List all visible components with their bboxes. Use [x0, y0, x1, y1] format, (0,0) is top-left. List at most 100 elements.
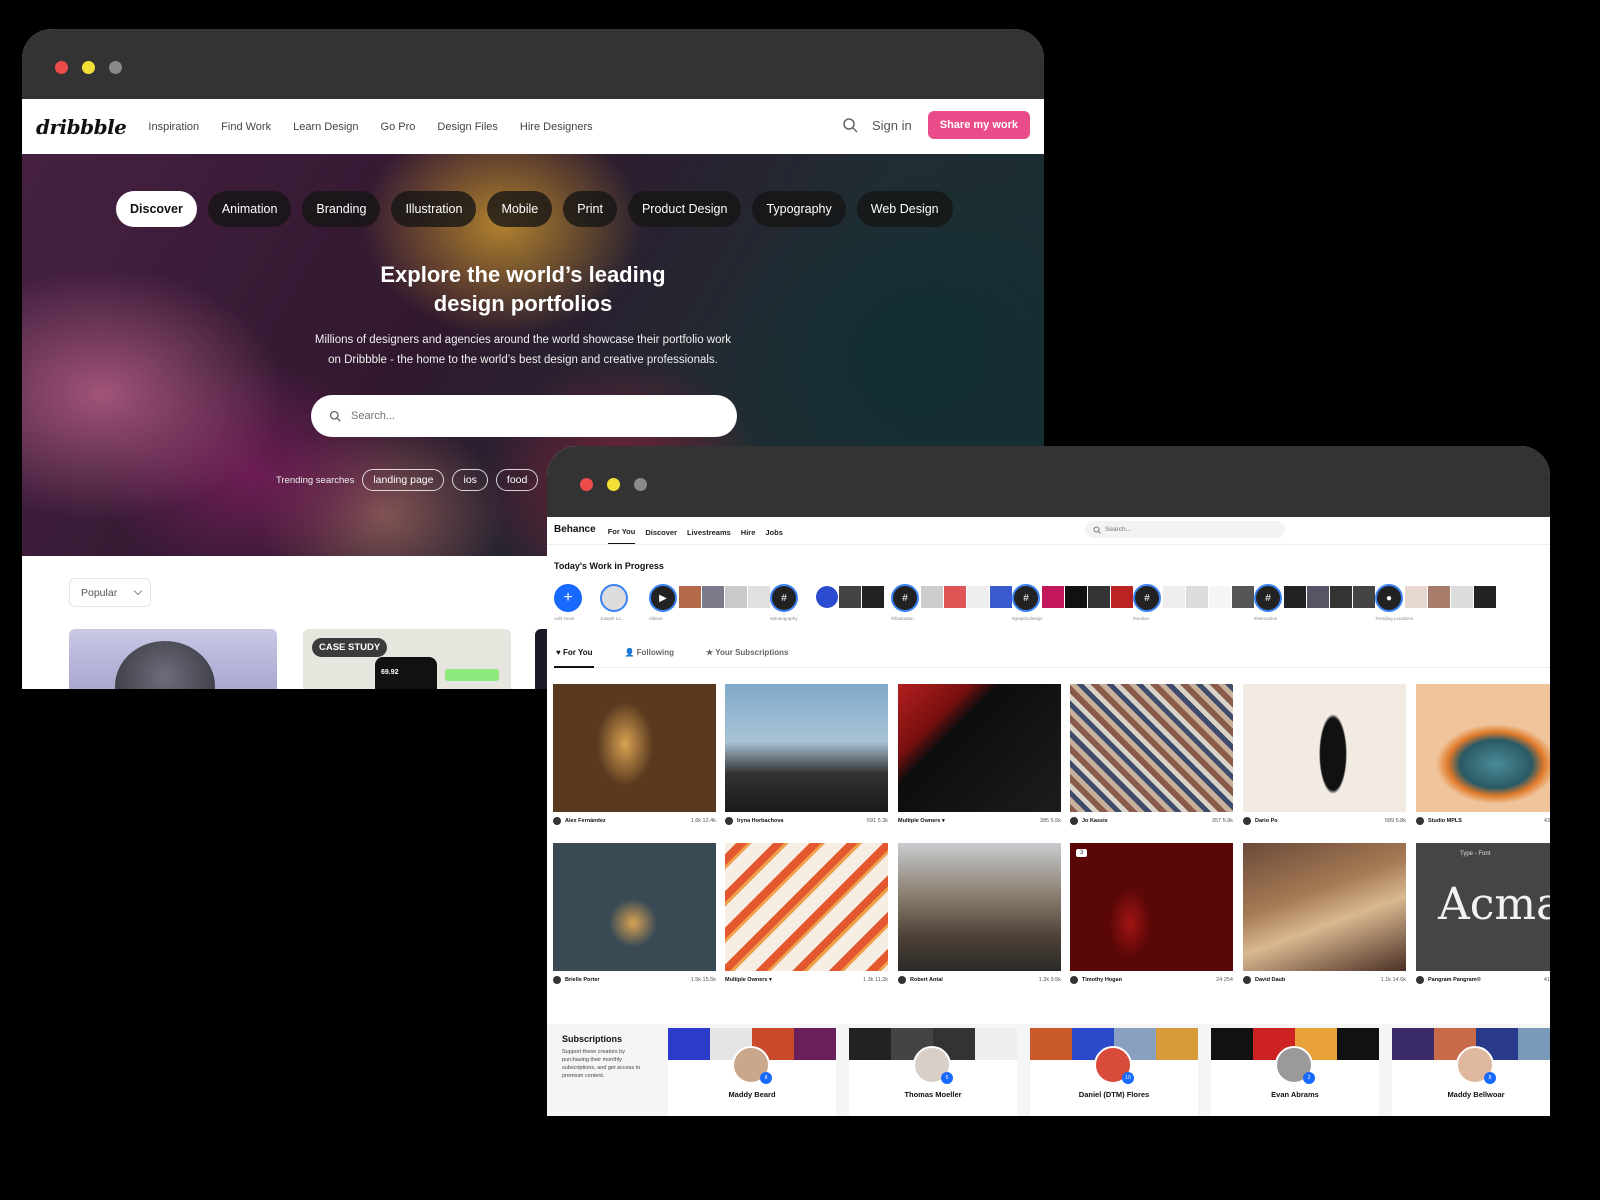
- shot-thumbnail[interactable]: [69, 629, 277, 689]
- nav-go-pro[interactable]: Go Pro: [381, 121, 416, 133]
- project-card[interactable]: Jo Kassis 357 5.9k: [1070, 684, 1233, 830]
- project-card[interactable]: Dario Po 589 5.8k: [1243, 684, 1406, 830]
- image-caption: Type - Font: [1460, 851, 1491, 857]
- behance-search-bar[interactable]: [1085, 521, 1285, 538]
- nav-find-work[interactable]: Find Work: [221, 121, 271, 133]
- category-illustration[interactable]: Illustration: [391, 191, 477, 227]
- nav-discover[interactable]: Discover: [645, 528, 677, 544]
- avatar: [1416, 976, 1424, 984]
- creator-card[interactable]: 2 Evan Abrams: [1211, 1028, 1379, 1116]
- project-image: Type - Font Acma: [1416, 843, 1550, 971]
- hero-search-bar[interactable]: [311, 395, 737, 437]
- dribbble-logo[interactable]: dribbble: [36, 115, 127, 139]
- nav-for-you[interactable]: For You: [607, 527, 636, 544]
- category-print[interactable]: Print: [563, 191, 617, 227]
- search-icon[interactable]: [842, 117, 858, 133]
- sort-select[interactable]: Popular: [69, 578, 151, 607]
- trending-tag[interactable]: landing page: [362, 469, 445, 491]
- hero-search-input[interactable]: [351, 410, 711, 422]
- project-card[interactable]: Multiple Owners ▾ 1.3k 11.2k: [725, 843, 888, 989]
- dribbble-navbar: dribbble Inspiration Find Work Learn Des…: [22, 99, 1044, 154]
- project-card[interactable]: David Daub 1.1k 14.6k: [1243, 843, 1406, 989]
- project-card[interactable]: Alex Fernández 1.6k 12.4k: [553, 684, 716, 830]
- wip-item[interactable]: # #illustration: [891, 582, 1012, 627]
- avatar: [898, 976, 906, 984]
- wip-item[interactable]: ▶ Videos: [649, 582, 770, 627]
- project-card[interactable]: 3 Timothy Hogan 24 254: [1070, 843, 1233, 989]
- wip-item[interactable]: # #photography: [770, 582, 884, 627]
- shot-thumbnail[interactable]: CASE STUDY 69.92: [303, 629, 511, 689]
- wip-thumbnails: [816, 586, 885, 608]
- category-web-design[interactable]: Web Design: [856, 191, 953, 227]
- shot-image-text: 69.92: [381, 669, 399, 676]
- owner-name: Iryna Horbachova: [737, 818, 784, 824]
- project-card[interactable]: Iryna Horbachova 591 5.3k: [725, 684, 888, 830]
- hashtag-icon: #: [770, 584, 798, 612]
- nav-jobs[interactable]: Jobs: [765, 528, 783, 544]
- project-card[interactable]: Studio MPLS 43: [1416, 684, 1550, 830]
- category-mobile[interactable]: Mobile: [487, 191, 553, 227]
- owner-name: Timothy Hogan: [1082, 977, 1122, 983]
- project-image: [553, 843, 716, 971]
- project-image: [898, 843, 1061, 971]
- nav-learn-design[interactable]: Learn Design: [293, 121, 358, 133]
- wip-item[interactable]: ● Trending Locations: [1375, 582, 1496, 627]
- project-image: [725, 843, 888, 971]
- chevron-down-icon: [133, 586, 143, 596]
- wip-thumbnails: [921, 586, 1013, 608]
- nav-inspiration[interactable]: Inspiration: [148, 121, 199, 133]
- wip-item[interactable]: + Add Yours: [554, 582, 594, 627]
- wip-item[interactable]: # #motion: [1133, 582, 1254, 627]
- project-card[interactable]: Type - Font Acma Pangram Pangram® 41: [1416, 843, 1550, 989]
- sign-in-link[interactable]: Sign in: [872, 118, 912, 133]
- close-window-button[interactable]: [580, 478, 593, 491]
- category-discover[interactable]: Discover: [116, 191, 197, 227]
- nav-design-files[interactable]: Design Files: [437, 121, 498, 133]
- add-icon: +: [554, 584, 582, 612]
- wip-item[interactable]: # #graphicdesign: [1012, 582, 1133, 627]
- feed-tabs: ♥ For You 👤 Following ★ Your Subscriptio…: [554, 644, 1550, 668]
- close-window-button[interactable]: [55, 61, 68, 74]
- category-typography[interactable]: Typography: [752, 191, 846, 227]
- behance-logo[interactable]: Behance: [554, 524, 596, 544]
- image-typography: Acma: [1438, 879, 1550, 930]
- maximize-window-button[interactable]: [109, 61, 122, 74]
- trending-tag[interactable]: ios: [452, 469, 488, 491]
- category-product-design[interactable]: Product Design: [627, 191, 742, 227]
- subscriptions-section: Subscriptions Support these creators by …: [547, 1024, 1550, 1116]
- category-animation[interactable]: Animation: [207, 191, 292, 227]
- case-study-badge: CASE STUDY: [312, 638, 388, 657]
- nav-hire-designers[interactable]: Hire Designers: [520, 121, 593, 133]
- tab-following[interactable]: 👤 Following: [622, 644, 676, 668]
- tab-your-subscriptions[interactable]: ★ Your Subscriptions: [704, 644, 790, 668]
- tab-for-you[interactable]: ♥ For You: [554, 644, 595, 668]
- behance-search-input[interactable]: [1105, 526, 1275, 533]
- category-branding[interactable]: Branding: [302, 191, 381, 227]
- nav-livestreams[interactable]: Livestreams: [687, 528, 731, 544]
- minimize-window-button[interactable]: [82, 61, 95, 74]
- owner-name: Alex Fernández: [565, 818, 606, 824]
- wip-label: #interaction: [1254, 616, 1278, 621]
- trending-tag[interactable]: food: [495, 469, 539, 491]
- subscriber-badge: 8: [1484, 1072, 1496, 1084]
- creator-card[interactable]: 8 Maddy Beard: [668, 1028, 836, 1116]
- nav-hire[interactable]: Hire: [741, 528, 756, 544]
- project-meta: Pangram Pangram® 41: [1416, 975, 1550, 989]
- wip-item[interactable]: # #interaction: [1254, 582, 1375, 627]
- project-stats: 1.1k 14.6k: [1380, 977, 1406, 983]
- creator-card[interactable]: 10 Daniel (DTM) Flores: [1030, 1028, 1198, 1116]
- creator-card[interactable]: 8 Maddy Bellwoar: [1392, 1028, 1550, 1116]
- project-card[interactable]: Multiple Owners ▾ 385 5.5k: [898, 684, 1061, 830]
- project-stats: 1.5k 15.5k: [690, 977, 716, 983]
- creator-card[interactable]: 5 Thomas Moeller: [849, 1028, 1017, 1116]
- project-stats: 24 254: [1216, 977, 1233, 983]
- project-card[interactable]: Robert Antal 1.3k 9.5k: [898, 843, 1061, 989]
- project-card[interactable]: Brielle Porter 1.5k 15.5k: [553, 843, 716, 989]
- minimize-window-button[interactable]: [607, 478, 620, 491]
- share-my-work-button[interactable]: Share my work: [927, 111, 1030, 139]
- owner-name: Multiple Owners ▾: [725, 977, 772, 983]
- maximize-window-button[interactable]: [634, 478, 647, 491]
- subscriber-badge: 10: [1122, 1072, 1134, 1084]
- behance-navbar: Behance For You Discover Livestreams Hir…: [547, 517, 1550, 545]
- wip-item[interactable]: Joseph Lo...: [600, 582, 640, 627]
